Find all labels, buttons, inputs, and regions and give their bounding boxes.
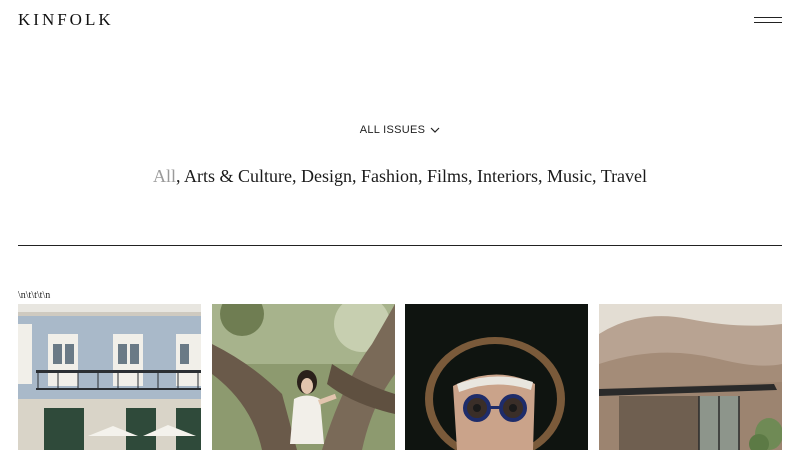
category-separator: , <box>351 166 361 186</box>
hamburger-menu-icon[interactable] <box>754 14 782 26</box>
article-card[interactable] <box>18 304 201 450</box>
article-card[interactable] <box>599 304 782 450</box>
category-separator: , <box>592 166 601 186</box>
man-with-round-glasses-photo <box>405 304 588 450</box>
category-design[interactable]: Design <box>301 166 352 186</box>
article-card[interactable] <box>212 304 395 450</box>
category-arts-culture[interactable]: Arts & Culture <box>184 166 292 186</box>
chevron-down-icon <box>430 127 440 133</box>
category-fashion[interactable]: Fashion <box>361 166 418 186</box>
article-card[interactable] <box>405 304 588 450</box>
issues-filter: ALL ISSUES <box>0 124 800 136</box>
category-separator: , <box>468 166 478 186</box>
category-films[interactable]: Films <box>427 166 468 186</box>
category-separator: , <box>538 166 548 186</box>
desert-hills-shelter-photo <box>599 304 782 450</box>
category-filter-list: All, Arts & Culture, Design, Fashion, Fi… <box>0 166 800 187</box>
site-logo[interactable]: KINFOLK <box>18 10 114 30</box>
category-separator: , <box>291 166 301 186</box>
category-interiors[interactable]: Interiors <box>477 166 538 186</box>
all-issues-label: ALL ISSUES <box>359 124 426 136</box>
category-separator: , <box>418 166 427 186</box>
all-issues-dropdown[interactable]: ALL ISSUES <box>360 124 441 136</box>
section-divider <box>18 245 782 246</box>
blue-tiled-building-facade-photo <box>18 304 201 450</box>
category-all[interactable]: All <box>153 166 176 186</box>
category-travel[interactable]: Travel <box>601 166 647 186</box>
girl-in-tree-photo <box>212 304 395 450</box>
stray-whitespace-text: \n\t\t\t\n <box>18 290 51 301</box>
category-separator: , <box>175 166 184 186</box>
category-music[interactable]: Music <box>547 166 592 186</box>
article-grid <box>18 304 782 450</box>
